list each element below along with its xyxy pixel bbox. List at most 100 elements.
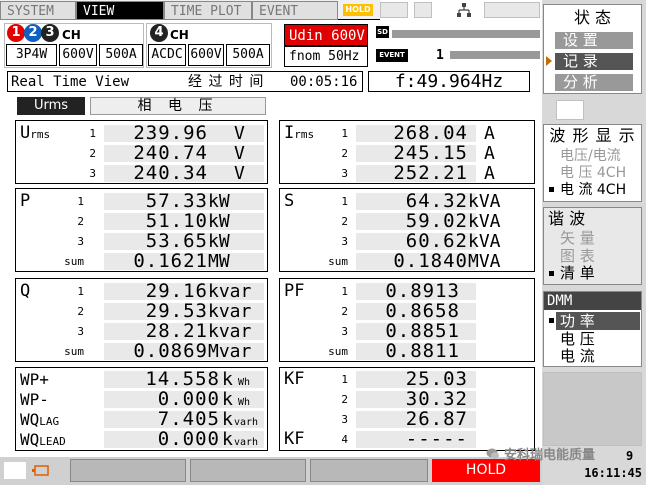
table-row: 2 240.74 V bbox=[16, 144, 267, 163]
p-value-3: 53.65 bbox=[145, 230, 208, 252]
menu-blank-box bbox=[556, 100, 584, 120]
bullet-icon bbox=[549, 318, 554, 323]
p-value-1: 57.33 bbox=[145, 190, 208, 212]
ch2-badge: 2 bbox=[24, 24, 42, 42]
tab-event[interactable]: EVENT bbox=[252, 1, 338, 20]
selection-arrow-icon bbox=[546, 56, 552, 66]
pf-value-3: 0.8851 bbox=[385, 320, 460, 342]
pf-value-sum: 0.8811 bbox=[385, 340, 460, 362]
table-row: WP- 0.000 k Wh bbox=[16, 390, 267, 409]
irms-value-2: 245.15 bbox=[393, 142, 468, 164]
pf-panel: PF 1 0.8913 2 0.8658 3 0.8851 sum 0.8811 bbox=[279, 278, 535, 362]
s-value-sum: 0.1840 bbox=[393, 250, 468, 272]
ch3-badge: 3 bbox=[41, 24, 59, 42]
event-count: 1 bbox=[436, 48, 444, 63]
table-row: 1 57.33 kW bbox=[16, 192, 267, 211]
s-panel: S 1 64.32 kVA 2 59.02 kVA 3 60.62 kVA su… bbox=[279, 188, 535, 272]
current-range: 500A bbox=[99, 44, 143, 66]
table-row: 3 240.34 V bbox=[16, 164, 267, 183]
table-row: 1 239.96 V bbox=[16, 124, 267, 143]
table-row: 1 29.16 kvar bbox=[16, 282, 267, 301]
status-block bbox=[484, 2, 540, 18]
menu-item-power[interactable]: 功 率 bbox=[556, 312, 640, 330]
table-row: 2 0.8658 bbox=[280, 302, 534, 321]
table-row: 3 28.21 kvar bbox=[16, 322, 267, 341]
table-row: 1 25.03 bbox=[280, 370, 534, 389]
irms-panel: Irms 1 268.04 A 2 245.15 A 3 252.21 A bbox=[279, 120, 535, 184]
analyze-button[interactable]: 分 析 bbox=[555, 74, 633, 91]
s-value-1: 64.32 bbox=[405, 190, 468, 212]
battery-icon bbox=[30, 462, 52, 479]
function-key-2[interactable] bbox=[190, 459, 306, 482]
menu-item-graph[interactable]: 图 表 bbox=[560, 248, 595, 265]
table-row: 1 268.04 A bbox=[341, 122, 495, 144]
elapsed-label: 经 过 时 间 bbox=[188, 74, 265, 90]
tab-system[interactable]: SYSTEM bbox=[0, 1, 76, 20]
kf-panel: KF KF 1 25.03 2 30.32 3 26.87 4 ----- bbox=[279, 367, 535, 451]
q-value-sum: 0.0869 bbox=[133, 340, 208, 362]
bullet-icon bbox=[549, 271, 554, 276]
menu-item-voltage-4ch[interactable]: 电 压 4CH bbox=[560, 165, 626, 182]
table-row: 3 0.8851 bbox=[280, 322, 534, 341]
s-value-3: 60.62 bbox=[405, 230, 468, 252]
network-icon bbox=[456, 2, 472, 18]
menu-item-current[interactable]: 电 流 bbox=[560, 348, 595, 365]
menu-item-voltage-current[interactable]: 电压/电流 bbox=[560, 148, 621, 165]
kf-value-4: ----- bbox=[405, 428, 468, 450]
menu-item-vector[interactable]: 矢 量 bbox=[560, 230, 595, 247]
tab-view[interactable]: VIEW bbox=[76, 1, 164, 20]
table-row: 2 245.15 A bbox=[341, 142, 495, 164]
dmm-title: DMM bbox=[544, 292, 641, 310]
function-key-1[interactable] bbox=[70, 459, 186, 482]
irms-value-3: 252.21 bbox=[393, 162, 468, 184]
tab-time-plot[interactable]: TIME PLOT bbox=[164, 1, 252, 20]
menu-item-voltage[interactable]: 电 压 bbox=[560, 331, 595, 348]
table-row: sum 0.1621 MW bbox=[16, 252, 267, 271]
kf-value-3: 26.87 bbox=[405, 408, 468, 430]
event-bar bbox=[450, 51, 540, 59]
menu-empty-slot bbox=[543, 372, 642, 446]
record-button[interactable]: 记 录 bbox=[555, 53, 633, 70]
energy-panel: WP+ 14.558 k Wh WP- 0.000 k Wh WQLAG 7.4… bbox=[15, 367, 268, 451]
urms-value-3: 240.34 bbox=[133, 162, 208, 184]
watermark-text: 安科瑞电能质量 bbox=[504, 448, 596, 463]
status-block bbox=[380, 2, 408, 18]
urms-value-2: 240.74 bbox=[133, 142, 208, 164]
kf-value-2: 30.32 bbox=[405, 388, 468, 410]
q-value-3: 28.21 bbox=[145, 320, 208, 342]
ch-label: CH bbox=[62, 28, 81, 42]
ch-label: CH bbox=[170, 28, 189, 42]
ch1-badge: 1 bbox=[7, 24, 25, 42]
urms-button[interactable]: Urms bbox=[17, 97, 85, 115]
top-tab-bar: SYSTEM VIEW TIME PLOT EVENT bbox=[0, 0, 380, 20]
table-row: 3 60.62 kVA bbox=[341, 230, 501, 252]
table-row: WQLEAD 0.000 k varh bbox=[16, 430, 267, 449]
table-row: 2 29.53 kvar bbox=[16, 302, 267, 321]
menu-item-list[interactable]: 清 单 bbox=[560, 265, 595, 282]
kf-value-1: 25.03 bbox=[405, 368, 468, 390]
menu-item-current-4ch[interactable]: 电 流 4CH bbox=[560, 182, 626, 199]
table-row: 3 252.21 A bbox=[341, 162, 495, 184]
p-value-2: 51.10 bbox=[145, 210, 208, 232]
table-row: WQLAG 7.405 k varh bbox=[16, 410, 267, 429]
sd-usage-bar bbox=[392, 30, 540, 38]
table-row: 1 64.32 kVA bbox=[341, 190, 501, 212]
phase-voltage-label: 相 电 压 bbox=[90, 97, 266, 115]
s-value-2: 59.02 bbox=[405, 210, 468, 232]
function-key-3[interactable] bbox=[310, 459, 428, 482]
ch4-badge: 4 bbox=[150, 24, 168, 42]
p-panel: P 1 57.33 kW 2 51.10 kW 3 53.65 kW sum 0… bbox=[15, 188, 268, 272]
elapsed-time: 00:05:16 bbox=[290, 74, 358, 90]
table-row: 3 53.65 kW bbox=[16, 232, 267, 251]
coupling-mode: ACDC bbox=[148, 44, 186, 66]
q-panel: Q 1 29.16 kvar 2 29.53 kvar 3 28.21 kvar… bbox=[15, 278, 268, 362]
view-title: Real Time View bbox=[11, 74, 130, 90]
settings-button[interactable]: 设 置 bbox=[555, 32, 633, 49]
status-block bbox=[414, 2, 432, 18]
sd-card-icon: SD bbox=[376, 26, 389, 38]
time-bar: Real Time View 经 过 时 间 00:05:16 bbox=[7, 71, 363, 92]
bullet-icon bbox=[549, 187, 554, 192]
irms-value-1: 268.04 bbox=[393, 122, 468, 144]
q-value-2: 29.53 bbox=[145, 300, 208, 322]
udin-value: Udin 600V bbox=[284, 24, 368, 46]
